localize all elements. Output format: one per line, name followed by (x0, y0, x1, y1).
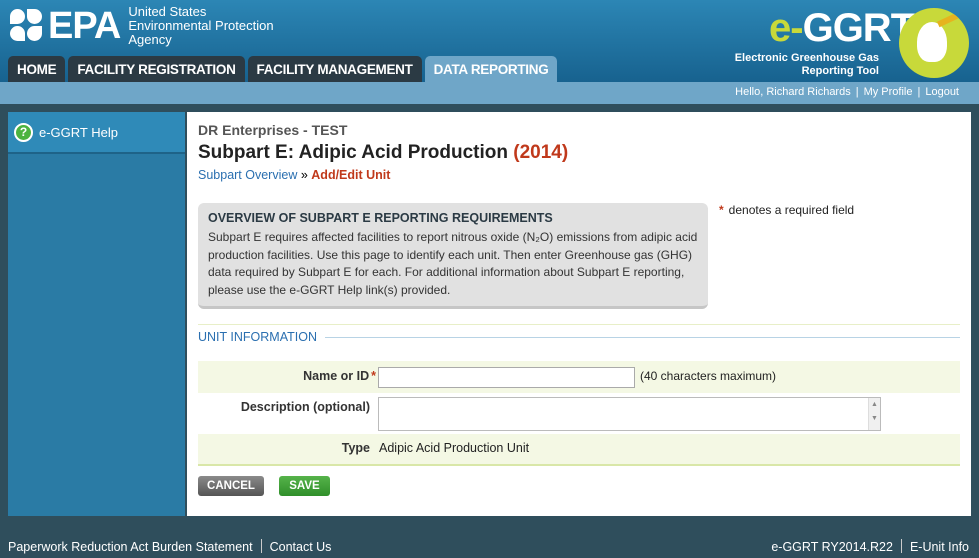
save-button[interactable]: SAVE (279, 476, 330, 496)
sidebar-item-help[interactable]: ? e-GGRT Help (8, 112, 185, 154)
main-nav: HOME FACILITY REGISTRATION FACILITY MANA… (8, 56, 560, 82)
overview-text: Subpart E requires affected facilities t… (208, 230, 698, 297)
sidebar: ? e-GGRT Help (8, 112, 185, 516)
eunit-info-link[interactable]: E-Unit Info (910, 540, 969, 554)
description-label: Description (optional) (240, 400, 370, 414)
breadcrumb: Subpart Overview » Add/Edit Unit (198, 168, 390, 182)
agency-name: United States Environmental Protection A… (128, 5, 273, 47)
name-row: Name or ID * (40 characters maximum) (198, 361, 960, 393)
page-title-text: Subpart E: Adipic Acid Production (198, 142, 508, 163)
description-row: Description (optional) ▲ ▼ (198, 394, 960, 433)
eggrt-e: e- (769, 6, 804, 50)
agency-line-3: Agency (128, 32, 172, 47)
page-title: Subpart E: Adipic Acid Production (2014) (198, 142, 568, 164)
tab-home[interactable]: HOME (8, 56, 66, 82)
user-greeting: Hello, Richard Richards (735, 86, 851, 98)
overview-heading: OVERVIEW OF SUBPART E REPORTING REQUIREM… (208, 211, 553, 225)
section-divider (325, 337, 960, 338)
name-hint: (40 characters maximum) (640, 369, 777, 383)
help-icon: ? (14, 122, 33, 142)
type-value: Adipic Acid Production Unit (379, 441, 530, 455)
form-bottom-divider (198, 464, 960, 466)
version-text: e-GGRT RY2014.R22 (771, 540, 893, 554)
name-label-text: Name or ID (303, 369, 370, 383)
paperwork-link[interactable]: Paperwork Reduction Act Burden Statement (8, 540, 253, 554)
eggrt-wordmark: e-GGRT (769, 6, 916, 51)
required-field-note: * denotes a required field (719, 203, 854, 217)
type-row: Type Adipic Acid Production Unit (198, 434, 960, 464)
required-note-text: denotes a required field (728, 203, 855, 217)
breadcrumb-separator: » (300, 168, 308, 182)
logout-link[interactable]: Logout (925, 86, 959, 98)
eggrt-subtitle-line-2: Reporting Tool (801, 65, 879, 77)
agency-line-2: Environmental Protection (128, 18, 274, 33)
overview-box: OVERVIEW OF SUBPART E REPORTING REQUIREM… (198, 203, 708, 309)
footer-separator (900, 539, 902, 553)
sidebar-item-label: e-GGRT Help (39, 124, 118, 140)
tab-facility-management[interactable]: FACILITY MANAGEMENT (247, 56, 422, 82)
divider (198, 324, 960, 325)
section-title: UNIT INFORMATION (198, 330, 323, 344)
name-input[interactable] (378, 367, 635, 388)
epa-wordmark: EPA (48, 5, 121, 47)
required-star: * (719, 203, 724, 217)
footer-separator (260, 539, 262, 553)
reporting-year: (2014) (513, 142, 569, 163)
tab-facility-registration[interactable]: FACILITY REGISTRATION (68, 56, 245, 82)
description-input[interactable] (378, 397, 881, 431)
egret-icon (899, 8, 969, 78)
site-footer: Paperwork Reduction Act Burden Statement… (0, 534, 979, 558)
eggrt-ggrt: GGRT (802, 6, 916, 50)
user-links: Hello, Richard Richards | My Profile | Logou… (735, 86, 959, 98)
cancel-button[interactable]: CANCEL (198, 476, 264, 496)
epa-logo[interactable]: EPA United States Environmental Protecti… (10, 5, 274, 47)
tab-data-reporting[interactable]: DATA REPORTING (424, 56, 558, 82)
description-scrollbar[interactable]: ▲ ▼ (868, 398, 880, 430)
footer-left: Paperwork Reduction Act Burden Statement… (8, 539, 331, 554)
name-label: Name or ID * (303, 369, 376, 383)
user-bar: Hello, Richard Richards | My Profile | Logou… (0, 82, 979, 104)
eggrt-subtitle-line-1: Electronic Greenhouse Gas (734, 52, 879, 64)
agency-line-1: United States (128, 4, 207, 19)
site-header: EPA United States Environmental Protecti… (0, 0, 979, 82)
breadcrumb-subpart-overview[interactable]: Subpart Overview (198, 168, 297, 182)
contact-us-link[interactable]: Contact Us (270, 540, 332, 554)
footer-right: e-GGRT RY2014.R22 E-Unit Info (771, 539, 969, 554)
epa-flower-icon (10, 9, 44, 43)
name-required-star: * (371, 369, 376, 383)
breadcrumb-current: Add/Edit Unit (311, 168, 391, 182)
eggrt-subtitle: Electronic Greenhouse Gas Reporting Tool (729, 52, 879, 78)
facility-name: DR Enterprises - TEST (198, 122, 348, 138)
my-profile-link[interactable]: My Profile (864, 86, 913, 98)
main-content: DR Enterprises - TEST Subpart E: Adipic … (187, 112, 971, 516)
eggrt-logo: e-GGRT Electronic Greenhouse Gas Reporti… (729, 4, 969, 80)
type-label: Type (341, 441, 370, 455)
